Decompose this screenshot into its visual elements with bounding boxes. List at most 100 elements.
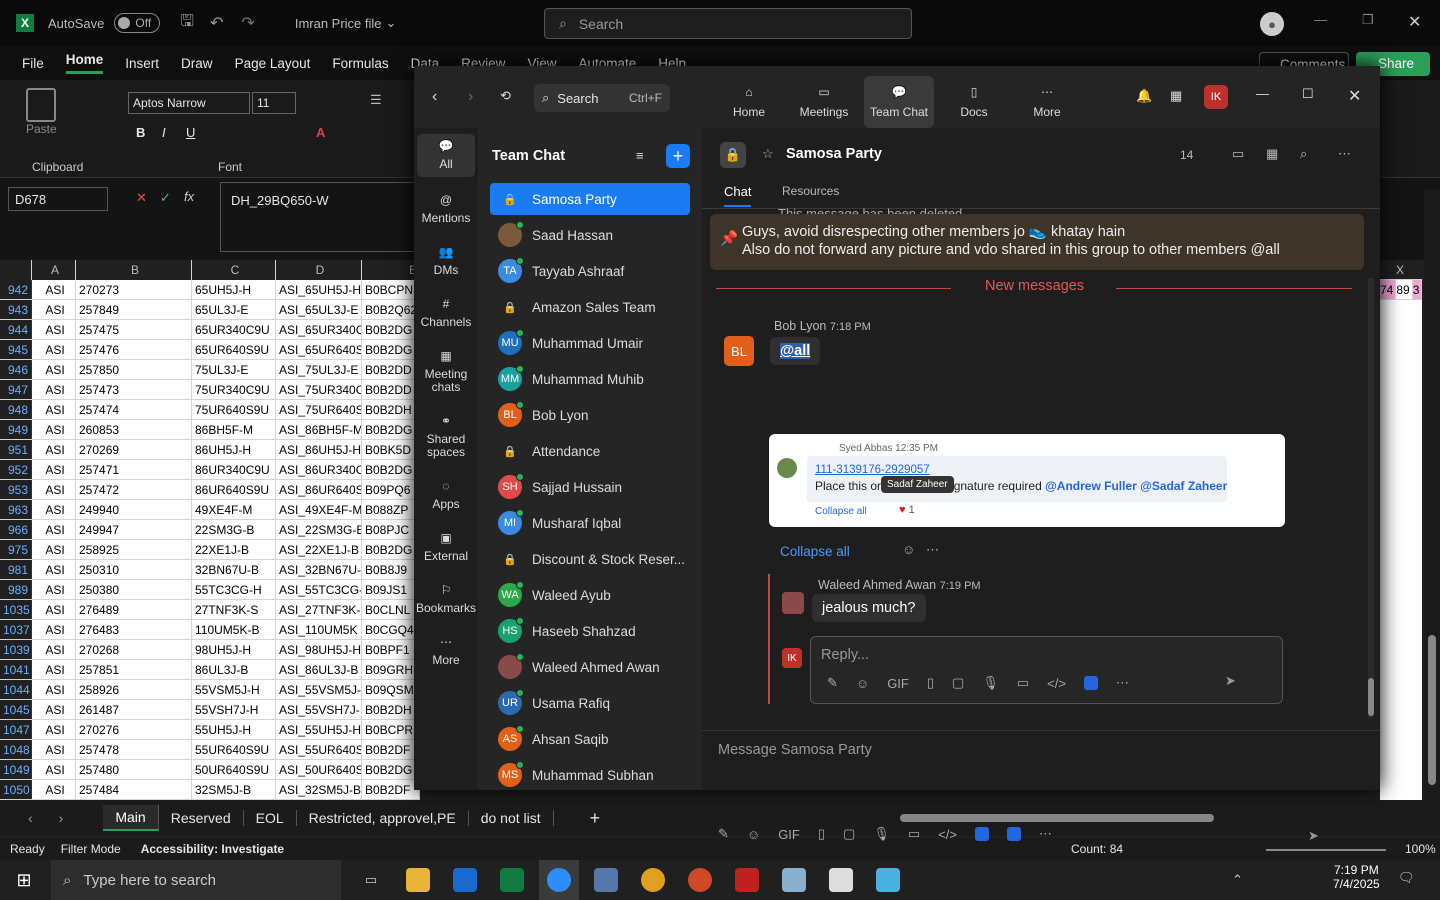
left-nav-bookmarks[interactable]: ⚐ Bookmarks	[416, 584, 476, 615]
left-nav-external[interactable]: ▣ External	[417, 532, 475, 563]
cell[interactable]: 86UR640S9U	[192, 480, 276, 499]
cell[interactable]: ASI_75UR340C	[276, 380, 362, 399]
cell[interactable]: B0B2DH	[362, 700, 420, 719]
chat-list-item[interactable]: 🔒 Attendance	[490, 435, 690, 467]
left-nav-shared-spaces[interactable]: ⚭ Shared spaces	[417, 415, 475, 459]
cell[interactable]: B0B2DG	[362, 340, 420, 359]
left-nav-channels[interactable]: # Channels	[417, 298, 475, 329]
star-icon[interactable]: ☆	[762, 146, 774, 162]
calendar-icon[interactable]: ▦	[1266, 146, 1278, 162]
left-nav-mentions[interactable]: @ Mentions	[417, 194, 475, 225]
underline-button[interactable]: U	[186, 125, 195, 140]
cell[interactable]: ASI_55UH5J-H	[276, 720, 362, 739]
sheet-tab-reserved[interactable]: Reserved	[159, 810, 244, 826]
cell[interactable]: 258925	[76, 540, 192, 559]
cell[interactable]: 22XE1J-B	[192, 540, 276, 559]
cell[interactable]: 55VSM5J-H	[192, 680, 276, 699]
cell[interactable]: 65UH5J-H	[192, 280, 276, 299]
chrome-profile-icon[interactable]	[680, 860, 720, 900]
collapse-all-link[interactable]: Collapse all	[780, 544, 850, 559]
new-chat-button[interactable]: +	[666, 144, 690, 168]
nav-more[interactable]: ⋯ More	[1012, 76, 1082, 128]
search-icon[interactable]: ⌕	[1300, 146, 1307, 162]
menu-home[interactable]: Home	[65, 52, 104, 74]
row-number[interactable]: 1047	[0, 720, 32, 739]
cell[interactable]: ASI	[32, 700, 76, 719]
cell[interactable]: B08PJC	[362, 520, 420, 539]
screenshot-icon[interactable]: ▢	[843, 826, 855, 842]
cell[interactable]: 86UR340C9U	[192, 460, 276, 479]
cell[interactable]: B0B2DD	[362, 360, 420, 379]
mic-icon[interactable]: 🎙	[873, 826, 890, 842]
spreadsheet-grid[interactable]: A B C D E 942 ASI 270273 65UH5J-H ASI_65UH5J…	[0, 260, 420, 800]
message-bubble[interactable]: @all	[770, 337, 821, 365]
cell[interactable]: ASI_32SM5J-B	[276, 780, 362, 799]
col-header-d[interactable]: D	[276, 260, 362, 280]
profile-avatar[interactable]: ●	[1260, 12, 1284, 36]
row-number[interactable]: 989	[0, 580, 32, 599]
notification-icon[interactable]: 🗨	[1398, 870, 1415, 886]
cell[interactable]: B0B2DF	[362, 780, 420, 799]
col-header-e[interactable]: E	[362, 260, 420, 280]
row-number[interactable]: 1044	[0, 680, 32, 699]
cell[interactable]: B0B2DD	[362, 380, 420, 399]
close-icon[interactable]: ✕	[1348, 86, 1361, 106]
cell[interactable]: 249947	[76, 520, 192, 539]
file-explorer-icon[interactable]	[398, 860, 438, 900]
chat-list-item[interactable]: WA Waleed Ayub	[490, 579, 690, 611]
cell[interactable]: B0BCPR	[362, 720, 420, 739]
cell[interactable]: 257484	[76, 780, 192, 799]
cell[interactable]: ASI_110UM5K	[276, 620, 362, 639]
reply-input[interactable]: Reply...	[821, 647, 869, 663]
format-icon[interactable]: ✎	[718, 826, 729, 842]
code-icon[interactable]: </>	[938, 827, 957, 842]
cell[interactable]: ASI	[32, 560, 76, 579]
cell[interactable]: 55UR640S9U	[192, 740, 276, 759]
row-number[interactable]: 951	[0, 440, 32, 459]
message-input[interactable]: Message Samosa Party	[718, 742, 872, 758]
emoji-icon[interactable]: ☺	[856, 676, 869, 691]
chat-list-item[interactable]: MI Musharaf Iqbal	[490, 507, 690, 539]
cell[interactable]: ASI	[32, 660, 76, 679]
cell[interactable]: ASI_22SM3G-B	[276, 520, 362, 539]
cell[interactable]: B09PQ6	[362, 480, 420, 499]
cell[interactable]: B0B2DG	[362, 460, 420, 479]
more-icon[interactable]: ⋯	[1338, 146, 1351, 162]
close-icon[interactable]: ✕	[1408, 12, 1421, 32]
cell[interactable]: 55VSH7J-H	[192, 700, 276, 719]
chat-list-title[interactable]: Team Chat	[492, 148, 565, 164]
cell[interactable]: ASI	[32, 300, 76, 319]
row-number[interactable]: 942	[0, 280, 32, 299]
cell[interactable]: 22SM3G-B	[192, 520, 276, 539]
italic-button[interactable]: I	[162, 125, 166, 140]
cell[interactable]: 3	[1412, 280, 1422, 299]
excel-search-box[interactable]: ⌕ Search	[544, 8, 912, 39]
row-number[interactable]: 948	[0, 400, 32, 419]
cell[interactable]: B0B2DH	[362, 400, 420, 419]
cell[interactable]: 257851	[76, 660, 192, 679]
cell[interactable]: B0CGQ4	[362, 620, 420, 639]
outlook-icon[interactable]	[445, 860, 485, 900]
cell[interactable]: ASI_98UH5J-H	[276, 640, 362, 659]
app-icon[interactable]	[974, 827, 989, 841]
cell[interactable]: ASI	[32, 640, 76, 659]
cell[interactable]: ASI	[32, 740, 76, 759]
video-icon[interactable]: ▭	[1017, 675, 1029, 691]
mic-icon[interactable]: 🎙	[982, 675, 999, 691]
row-number[interactable]: 1050	[0, 780, 32, 799]
cell[interactable]: 250380	[76, 580, 192, 599]
chat-list-item[interactable]: MM Muhammad Muhib	[490, 363, 690, 395]
sheet-tab-eol[interactable]: EOL	[244, 810, 297, 826]
cell[interactable]: ASI_32BN67U-	[276, 560, 362, 579]
cell[interactable]: 258926	[76, 680, 192, 699]
cell[interactable]: B0B2Q62	[362, 300, 420, 319]
screenshot-icon[interactable]: ▢	[952, 675, 964, 691]
paste-icon[interactable]	[26, 88, 56, 122]
nav-meetings[interactable]: ▭ Meetings	[789, 76, 859, 128]
back-icon[interactable]: ‹	[432, 88, 437, 106]
row-number[interactable]: 1037	[0, 620, 32, 639]
cell[interactable]: 257471	[76, 460, 192, 479]
row-number[interactable]: 947	[0, 380, 32, 399]
cell[interactable]: ASI	[32, 760, 76, 779]
cell[interactable]: ASI_75UL3J-E	[276, 360, 362, 379]
